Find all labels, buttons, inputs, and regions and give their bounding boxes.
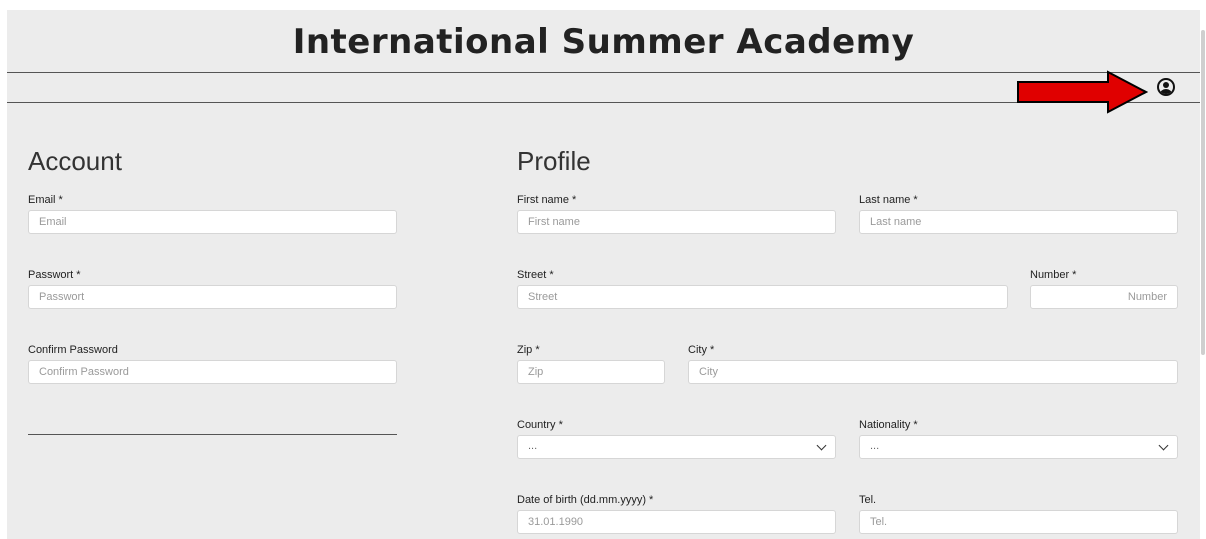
city-label: City * xyxy=(688,344,715,356)
last-name-field[interactable] xyxy=(859,210,1178,234)
country-label: Country * xyxy=(517,419,563,431)
city-field[interactable] xyxy=(688,360,1178,384)
confirm-password-field[interactable] xyxy=(28,360,397,384)
first-name-field[interactable] xyxy=(517,210,836,234)
tel-label: Tel. xyxy=(859,494,877,506)
date-of-birth-field[interactable] xyxy=(517,510,836,534)
last-name-label: Last name * xyxy=(859,194,918,206)
confirm-password-label: Confirm Password xyxy=(28,344,118,356)
red-arrow-annotation xyxy=(1017,70,1148,114)
account-section-divider xyxy=(28,434,397,435)
page-title: International Summer Academy xyxy=(292,22,915,62)
nationality-select-value: ... xyxy=(870,440,880,452)
email-field[interactable] xyxy=(28,210,397,234)
email-label: Email * xyxy=(28,194,63,206)
account-heading: Account xyxy=(28,146,122,176)
number-field[interactable] xyxy=(1030,285,1178,309)
street-field[interactable] xyxy=(517,285,1008,309)
chevron-down-icon xyxy=(816,440,827,451)
first-name-label: First name * xyxy=(517,194,577,206)
user-icon-body xyxy=(1160,89,1172,94)
street-label: Street * xyxy=(517,269,554,281)
nationality-select[interactable]: ... xyxy=(859,435,1178,459)
nationality-label: Nationality * xyxy=(859,419,918,431)
scrollbar-thumb[interactable] xyxy=(1201,30,1205,355)
password-field[interactable] xyxy=(28,285,397,309)
tel-field[interactable] xyxy=(859,510,1178,534)
chevron-down-icon xyxy=(1158,440,1169,451)
user-icon-head xyxy=(1163,82,1169,88)
date-of-birth-label: Date of birth (dd.mm.yyyy) * xyxy=(517,494,654,506)
user-circle-icon[interactable] xyxy=(1157,78,1175,96)
zip-field[interactable] xyxy=(517,360,665,384)
password-label: Passwort * xyxy=(28,269,81,281)
number-label: Number * xyxy=(1030,269,1077,281)
zip-label: Zip * xyxy=(517,344,540,356)
profile-heading: Profile xyxy=(517,146,591,176)
country-select[interactable]: ... xyxy=(517,435,836,459)
country-select-value: ... xyxy=(528,440,538,452)
registration-page: International Summer Academy Account Ema… xyxy=(7,10,1200,539)
